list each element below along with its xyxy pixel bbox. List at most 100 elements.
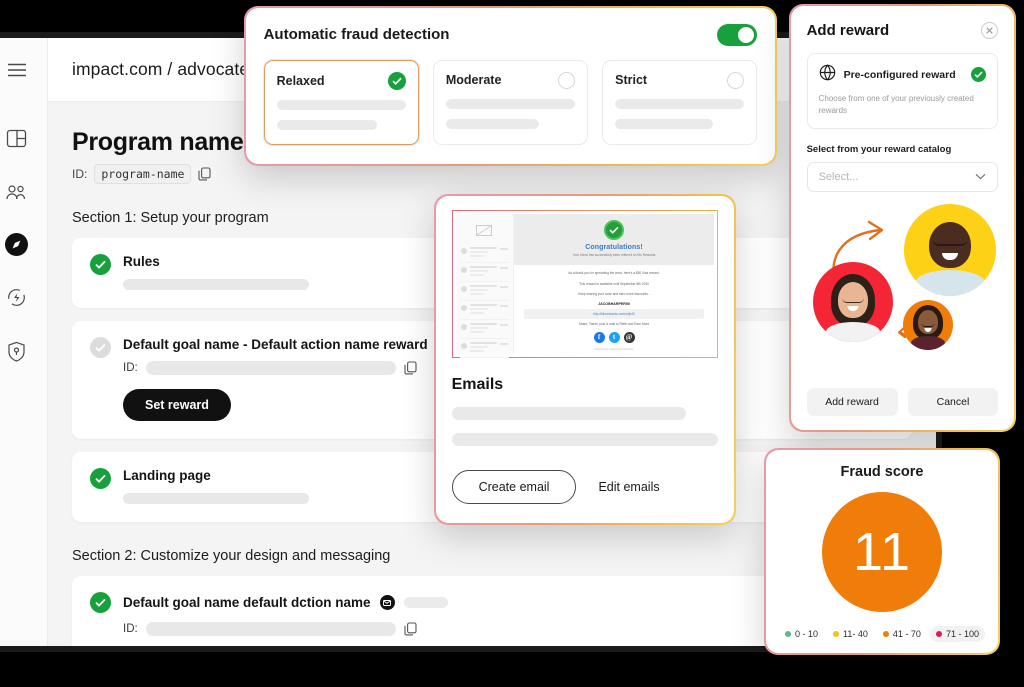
emails-card: Congratulations! Your friend has success… <box>434 194 736 525</box>
email-subline: Your friend has successfully been referr… <box>572 252 656 257</box>
chevron-down-icon <box>975 171 986 183</box>
skeleton-bar <box>445 98 576 109</box>
option-label: Strict <box>615 73 648 88</box>
fraud-option-moderate[interactable]: Moderate <box>432 59 589 145</box>
sidebar <box>0 38 48 646</box>
row-title: Default goal name default dction name <box>123 595 371 610</box>
email-preview-inbox-list <box>455 213 514 358</box>
twitter-icon[interactable]: t <box>608 331 620 343</box>
reward-catalog-label: Select from your reward catalog <box>806 144 952 156</box>
email-icon[interactable]: @ <box>623 331 635 343</box>
fraud-detection-title: Automatic fraud detection <box>263 26 450 44</box>
envelope-icon <box>379 595 395 610</box>
fraud-option-relaxed[interactable]: Relaxed <box>263 59 419 145</box>
list-item <box>459 339 509 358</box>
email-promo-code: JACOBHARPER50 <box>598 301 630 306</box>
set-reward-button[interactable]: Set reward <box>123 389 231 421</box>
row-id-skeleton <box>145 622 396 636</box>
select-placeholder: Select... <box>818 171 859 184</box>
list-item <box>459 320 509 339</box>
legend-item: 0 - 10 <box>779 626 824 642</box>
fraud-score-card: Fraud score 11 0 - 10 11- 40 41 - 70 71 … <box>764 448 1000 655</box>
avatar-red <box>812 262 893 343</box>
skeleton-bar <box>276 99 406 110</box>
sidebar-item-audiences[interactable] <box>4 179 30 205</box>
status-check-icon <box>90 337 111 358</box>
email-line-3: Keep sharing your code and earn more dis… <box>578 291 650 296</box>
cancel-button[interactable]: Cancel <box>907 388 999 417</box>
option-label: Pre-configured reward <box>843 68 956 81</box>
reward-illustration <box>807 196 999 382</box>
radio-unselected-icon <box>558 71 576 89</box>
avatar-orange <box>902 300 953 351</box>
option-label: Moderate <box>445 73 502 88</box>
screenshot-stage: impact.com / advocate Program name ID: p… <box>0 0 1024 687</box>
legend-item: 41 - 70 <box>877 626 927 642</box>
skeleton-bar <box>123 493 309 504</box>
copy-icon[interactable] <box>404 622 417 636</box>
fraud-score-value: 11 <box>852 521 912 582</box>
list-item <box>459 244 509 263</box>
email-referral-link[interactable]: http://kilorewards.com/m/jh40 <box>523 308 705 319</box>
edit-emails-link[interactable]: Edit emails <box>598 480 659 494</box>
sidebar-item-fraud-protection[interactable] <box>4 338 30 364</box>
status-check-icon <box>90 254 111 275</box>
option-description: Choose from one of your previously creat… <box>818 93 974 115</box>
status-check-icon <box>90 468 111 489</box>
copy-icon[interactable] <box>404 361 417 375</box>
option-label: Relaxed <box>276 73 325 88</box>
sidebar-item-programs[interactable] <box>5 233 28 256</box>
sidebar-item-payouts[interactable] <box>4 284 30 310</box>
status-check-icon <box>90 592 111 613</box>
option-selected-icon <box>387 71 406 90</box>
list-item <box>459 263 509 282</box>
create-email-button[interactable]: Create email <box>451 469 577 504</box>
fraud-detection-toggle[interactable] <box>717 23 758 46</box>
check-circle-icon <box>604 219 624 240</box>
avatar-yellow <box>904 204 997 297</box>
emails-title: Emails <box>451 375 504 393</box>
program-id-label: ID: <box>72 167 88 181</box>
mail-icon <box>476 224 493 236</box>
program-id-value: program-name <box>94 164 192 184</box>
sidebar-item-dashboard[interactable] <box>4 125 30 151</box>
program-id-row: ID: program-name <box>72 164 912 184</box>
legend-item-highlighted: 71 - 100 <box>929 626 985 643</box>
email-footer: Powered by impact.com/advocate <box>594 347 634 351</box>
globe-icon <box>819 64 836 86</box>
close-icon[interactable] <box>981 21 999 39</box>
list-item <box>459 301 509 320</box>
skeleton-pill <box>403 597 448 608</box>
fraud-score-title: Fraud score <box>840 463 924 480</box>
legend-item: 11- 40 <box>827 626 874 642</box>
add-reward-title: Add reward <box>806 21 890 39</box>
option-selected-icon <box>971 67 987 83</box>
email-line-1: As a thank you for spreading the word, h… <box>568 271 660 276</box>
facebook-icon[interactable]: f <box>593 331 605 343</box>
fraud-score-gauge: 11 <box>822 491 942 612</box>
brand-label: impact.com / advocate <box>72 59 250 79</box>
hamburger-icon[interactable] <box>4 57 30 83</box>
email-preview[interactable]: Congratulations! Your friend has success… <box>451 209 719 358</box>
row-id-label: ID: <box>123 362 138 374</box>
add-reward-panel: Add reward Pre-configured reward Choose … <box>789 4 1016 432</box>
add-reward-button[interactable]: Add reward <box>806 388 898 417</box>
email-line-2: This reward is available until September… <box>579 281 649 286</box>
row-id-label: ID: <box>123 623 138 635</box>
radio-unselected-icon <box>727 71 745 89</box>
list-item <box>459 282 509 301</box>
automatic-fraud-detection-card: Automatic fraud detection Relaxed Modera… <box>244 6 777 166</box>
reward-catalog-select[interactable]: Select... <box>806 162 999 193</box>
fraud-score-legend: 0 - 10 11- 40 41 - 70 71 - 100 <box>779 626 985 643</box>
copy-icon[interactable] <box>198 167 211 181</box>
email-headline: Congratulations! <box>585 243 643 251</box>
skeleton-bar <box>615 118 714 129</box>
row-id-skeleton <box>145 361 396 375</box>
skeleton-bar <box>445 118 539 129</box>
skeleton-bar <box>451 406 687 420</box>
skeleton-bar <box>451 432 719 446</box>
fraud-option-strict[interactable]: Strict <box>602 59 758 145</box>
preconfigured-reward-option[interactable]: Pre-configured reward Choose from one of… <box>806 52 999 130</box>
skeleton-bar <box>276 119 378 130</box>
skeleton-bar <box>615 98 745 109</box>
